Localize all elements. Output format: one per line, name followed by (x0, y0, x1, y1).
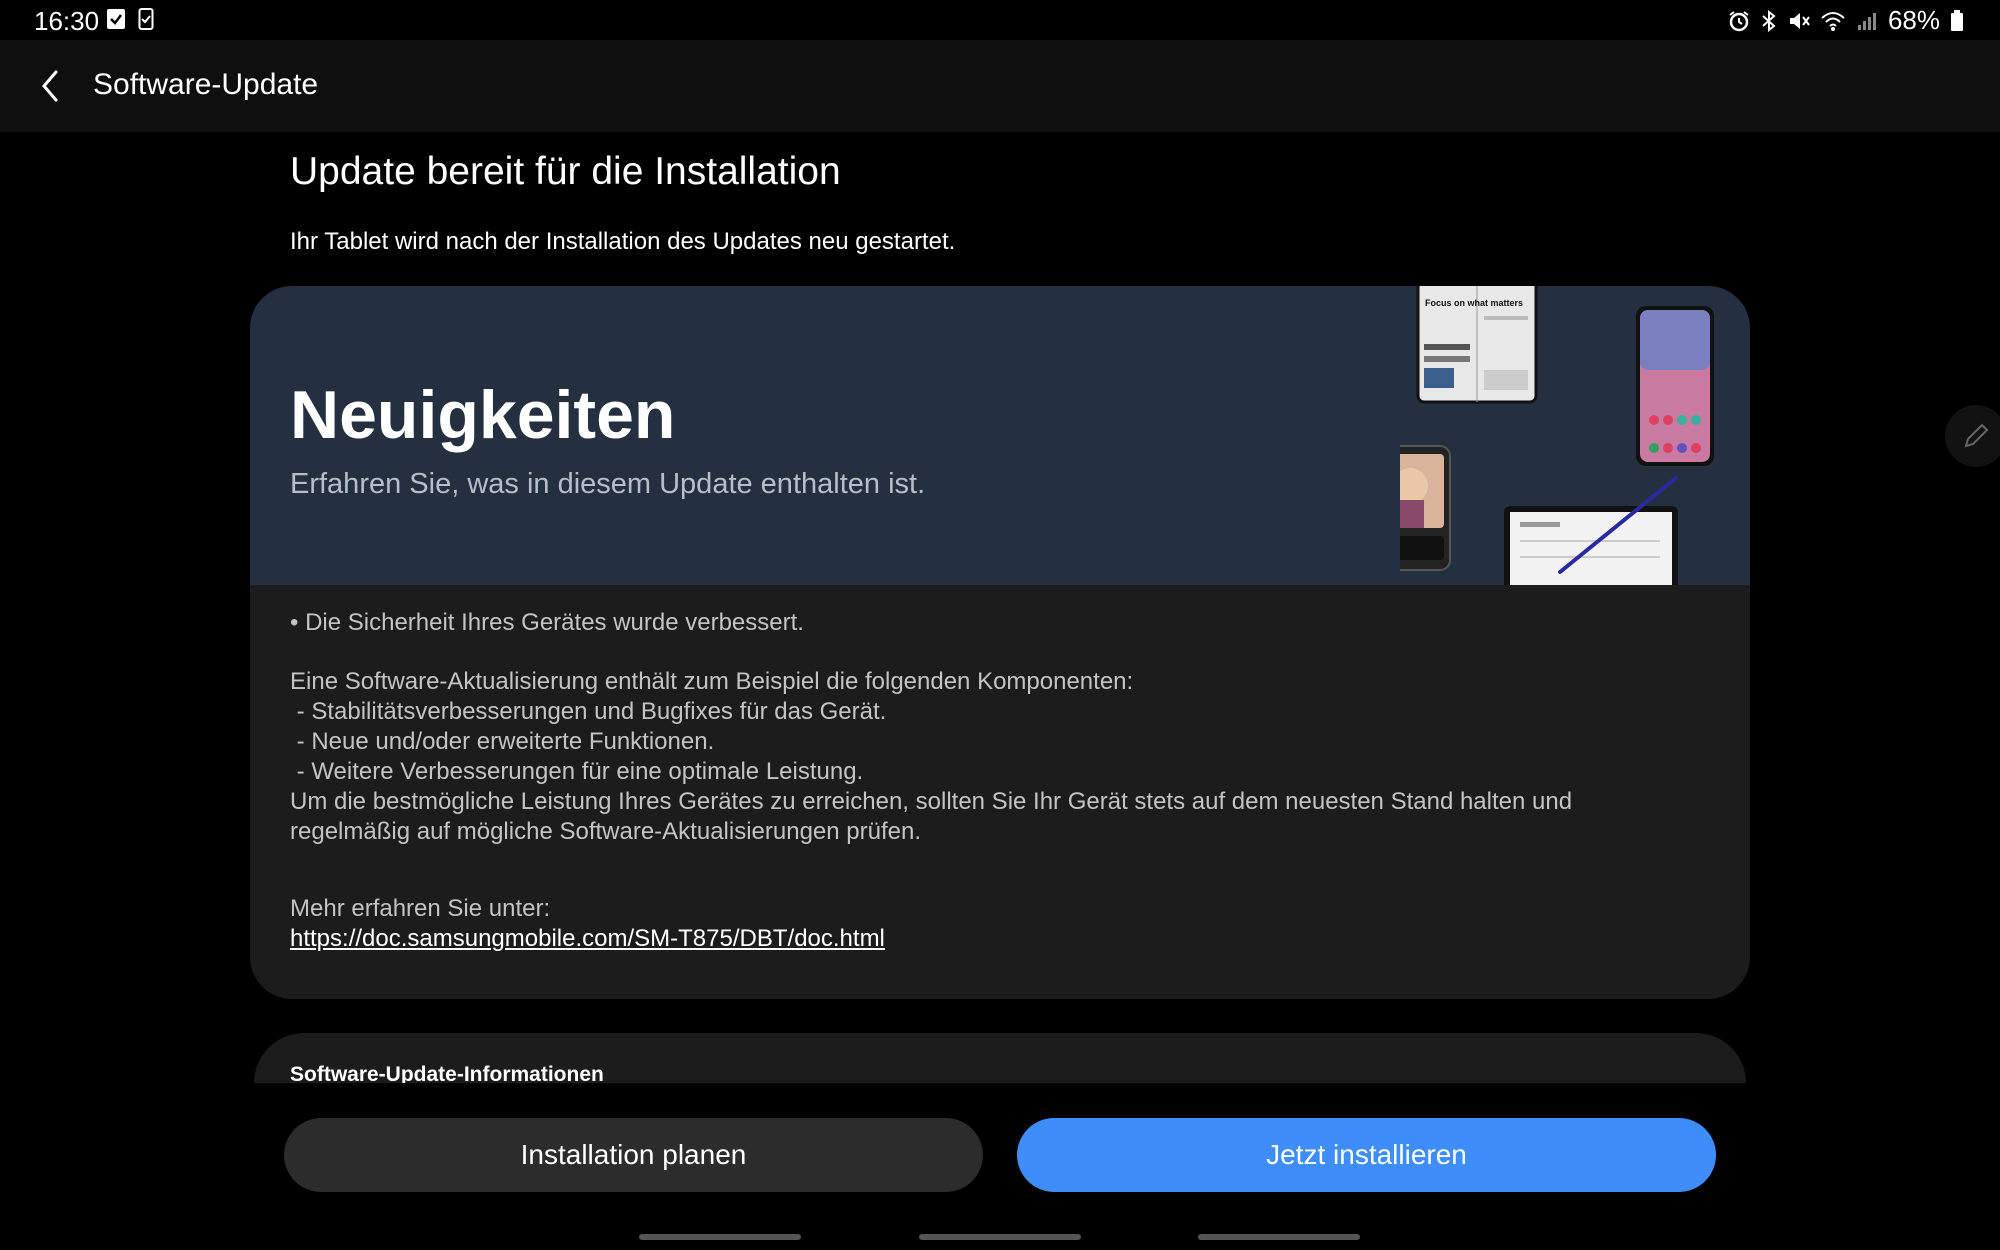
mute-icon (1788, 10, 1810, 32)
nav-hint-bar[interactable] (919, 1234, 1081, 1240)
more-info-link[interactable]: https://doc.samsungmobile.com/SM-T875/DB… (290, 925, 885, 952)
security-bullet: • Die Sicherheit Ihres Gerätes wurde ver… (290, 609, 804, 636)
status-bar: 16:30 68% (0, 0, 2000, 40)
update-info-card[interactable]: Software-Update-Informationen (254, 1033, 1746, 1083)
check-notification-icon (106, 8, 126, 30)
release-notes: • Die Sicherheit Ihres Gerätes wurde ver… (290, 608, 1710, 954)
app-bar: Software-Update (0, 40, 2000, 132)
page-title: Update bereit für die Installation (290, 150, 841, 193)
component-item: - Stabilitätsverbesserungen und Bugfixes… (290, 698, 887, 725)
edge-panel-handle[interactable] (1945, 405, 2000, 467)
update-info-title: Software-Update-Informationen (290, 1063, 604, 1083)
back-button[interactable] (22, 58, 78, 114)
whats-new-banner: Neuigkeiten Erfahren Sie, was in diesem … (250, 286, 1750, 585)
battery-percentage: 68% (1887, 5, 1940, 35)
schedule-install-button[interactable]: Installation planen (284, 1118, 983, 1192)
illustration-text: Focus on what matters (1425, 298, 1523, 308)
components-intro: Eine Software-Aktualisierung enthält zum… (290, 668, 1134, 695)
signal-icon (1856, 10, 1878, 32)
app-bar-title: Software-Update (93, 68, 319, 101)
advice-text-line: regelmäßig auf mögliche Software-Aktuali… (290, 818, 921, 845)
battery-icon (1950, 9, 1964, 32)
nav-hint-bar[interactable] (639, 1234, 801, 1240)
phone-notification-icon (138, 8, 154, 30)
back-arrow-icon (38, 68, 62, 104)
more-info-label: Mehr erfahren Sie unter: (290, 895, 551, 922)
banner-subtitle: Erfahren Sie, was in diesem Update entha… (290, 468, 926, 500)
pencil-icon (1961, 421, 1991, 451)
status-time: 16:30 (34, 6, 100, 36)
nav-hint-bar[interactable] (1198, 1234, 1360, 1240)
component-item: - Weitere Verbesserungen für eine optima… (290, 758, 864, 785)
alarm-icon (1728, 10, 1750, 32)
devices-illustration: Focus on what matters (1400, 286, 1714, 585)
component-item: - Neue und/oder erweiterte Funktionen. (290, 728, 715, 755)
wifi-icon (1820, 10, 1846, 32)
whats-new-card: Neuigkeiten Erfahren Sie, was in diesem … (250, 286, 1750, 999)
banner-title: Neuigkeiten (290, 377, 676, 453)
page-subtitle: Ihr Tablet wird nach der Installation de… (290, 228, 956, 255)
bluetooth-icon (1760, 9, 1778, 32)
install-now-button[interactable]: Jetzt installieren (1017, 1118, 1716, 1192)
advice-text-line: Um die bestmögliche Leistung Ihres Gerät… (290, 788, 1573, 815)
